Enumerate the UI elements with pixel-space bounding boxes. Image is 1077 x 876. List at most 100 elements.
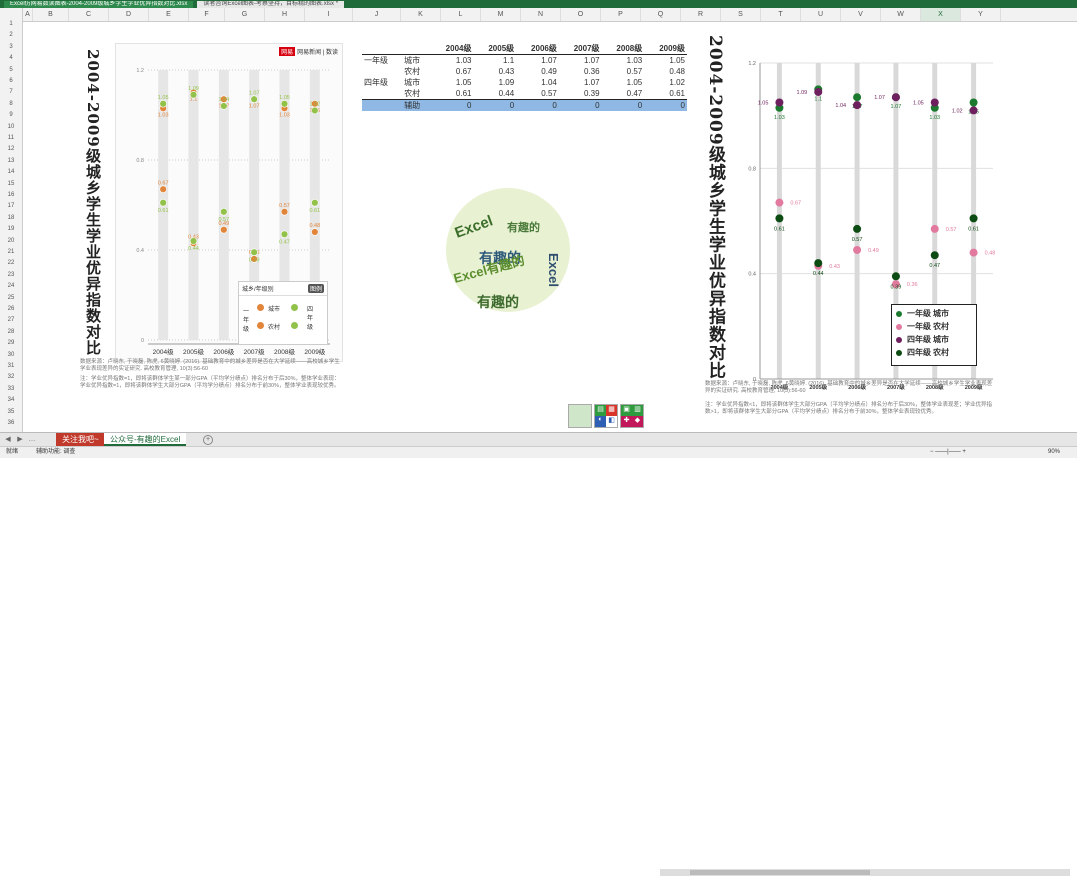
table-value-cell[interactable]: 1.03 [431,55,474,67]
workbook-tab-active[interactable]: Excel仿网易数读图表-2004-2009级城乡学生学业优异指数对比.xlsx [4,0,194,8]
row-header-36[interactable]: 36 [0,420,22,426]
row-header-13[interactable]: 13 [0,158,22,164]
table-value-cell[interactable]: 0 [644,99,687,111]
column-header-A[interactable]: A [23,8,33,21]
row-header-4[interactable]: 4 [0,55,22,61]
column-header-K[interactable]: K [401,8,441,21]
row-header-23[interactable]: 23 [0,272,22,278]
row-header-30[interactable]: 30 [0,352,22,358]
zoom-level[interactable]: 90% [1048,447,1060,458]
table-area-cell[interactable]: 辅助 [402,99,431,111]
table-value-cell[interactable]: 1.05 [644,55,687,67]
table-value-cell[interactable]: 0.36 [559,66,602,77]
column-header-R[interactable]: R [681,8,721,21]
zoom-slider[interactable]: − ——|—— + [930,447,966,458]
table-value-cell[interactable]: 0.43 [473,66,516,77]
table-value-cell[interactable]: 0.67 [431,66,474,77]
more-sheets-icon[interactable]: … [28,435,36,444]
scrollbar-thumb[interactable] [690,870,870,875]
row-header-9[interactable]: 9 [0,112,22,118]
row-header-25[interactable]: 25 [0,295,22,301]
row-header-22[interactable]: 22 [0,260,22,266]
column-header-I[interactable]: I [305,8,353,21]
row-header-15[interactable]: 15 [0,181,22,187]
table-value-cell[interactable]: 0.61 [644,88,687,100]
row-header-31[interactable]: 31 [0,363,22,369]
column-header-L[interactable]: L [441,8,481,21]
row-header-26[interactable]: 26 [0,306,22,312]
table-header-cell[interactable]: 2007级 [558,43,602,55]
add-sheet-icon[interactable]: + [203,435,213,445]
column-header-B[interactable]: B [33,8,69,21]
row-header-21[interactable]: 21 [0,249,22,255]
table-value-cell[interactable]: 1.04 [516,77,559,88]
table-value-cell[interactable]: 0.57 [602,66,645,77]
prev-sheet-icon[interactable]: ◀ [4,435,12,444]
tools-grid-icon[interactable]: ▣ ▥ ✚ ◆ [620,404,644,428]
column-header-E[interactable]: E [149,8,189,21]
row-header-5[interactable]: 5 [0,67,22,73]
app-grid-icon[interactable]: ▤ ▦ ◐ ◧ [594,404,618,428]
table-value-cell[interactable]: 1.07 [559,55,602,67]
table-value-cell[interactable]: 0 [601,99,645,111]
column-header-T[interactable]: T [761,8,801,21]
table-area-cell[interactable]: 农村 [402,88,431,100]
row-header-6[interactable]: 6 [0,78,22,84]
column-header-P[interactable]: P [601,8,641,21]
sheet-tab-follow[interactable]: 关注我吧~ [56,433,105,446]
row-header-14[interactable]: 14 [0,169,22,175]
row-header-34[interactable]: 34 [0,397,22,403]
table-header-cell[interactable] [402,43,431,55]
row-header-11[interactable]: 11 [0,135,22,141]
table-header-cell[interactable]: 2006级 [516,43,559,55]
row-header-16[interactable]: 16 [0,192,22,198]
column-header-X[interactable]: X [921,8,961,21]
wordcloud-thumb-icon[interactable] [568,404,592,428]
table-header-cell[interactable]: 2008级 [601,43,645,55]
column-header-F[interactable]: F [189,8,225,21]
table-value-cell[interactable]: 0 [558,99,602,111]
word-cloud-image[interactable]: Excel 有趣的 Excel有趣的 有趣的 Excel 有趣的 [441,183,575,317]
row-header-20[interactable]: 20 [0,238,22,244]
table-value-cell[interactable]: 1.03 [602,55,645,67]
row-header-1[interactable]: 1 [0,21,22,27]
table-group-cell[interactable] [362,99,403,111]
table-value-cell[interactable]: 1.05 [431,77,474,88]
table-value-cell[interactable]: 1.02 [644,77,687,88]
row-header-12[interactable]: 12 [0,146,22,152]
table-group-cell[interactable] [362,88,403,100]
worksheet-canvas[interactable]: 2004-2009级城乡学生学业优异指数对比 网易 网易新闻 | 数读 0 0.4… [23,21,1077,432]
row-header-32[interactable]: 32 [0,374,22,380]
table-area-cell[interactable]: 城市 [402,55,431,67]
column-header-G[interactable]: G [225,8,265,21]
table-group-cell[interactable]: 一年级 [362,55,402,67]
row-header-27[interactable]: 27 [0,317,22,323]
table-value-cell[interactable]: 0.39 [558,88,602,100]
column-header-M[interactable]: M [481,8,521,21]
data-table[interactable]: 2004级 2005级 2006级 2007级 2008级 2009级 一年级 城市 1.03… [362,43,687,111]
table-group-cell[interactable] [362,66,402,77]
row-header-2[interactable]: 2 [0,32,22,38]
table-value-cell[interactable]: 1.07 [516,55,559,67]
row-header-18[interactable]: 18 [0,215,22,221]
row-header-24[interactable]: 24 [0,283,22,289]
table-value-cell[interactable]: 0 [430,99,474,111]
column-header-W[interactable]: W [881,8,921,21]
row-header-7[interactable]: 7 [0,89,22,95]
table-header-cell[interactable] [362,43,403,55]
row-header-28[interactable]: 28 [0,329,22,335]
select-all-corner[interactable] [0,8,23,21]
column-header-D[interactable]: D [109,8,149,21]
table-value-cell[interactable]: 1.09 [473,77,516,88]
column-header-U[interactable]: U [801,8,841,21]
table-value-cell[interactable]: 0.48 [644,66,687,77]
row-header-17[interactable]: 17 [0,203,22,209]
table-value-cell[interactable]: 0.61 [430,88,474,100]
column-header-N[interactable]: N [521,8,561,21]
next-sheet-icon[interactable]: ▶ [16,435,24,444]
column-header-J[interactable]: J [353,8,401,21]
table-header-cell[interactable]: 2009级 [644,43,687,55]
column-header-O[interactable]: O [561,8,601,21]
column-header-S[interactable]: S [721,8,761,21]
table-area-cell[interactable]: 城市 [402,77,431,88]
